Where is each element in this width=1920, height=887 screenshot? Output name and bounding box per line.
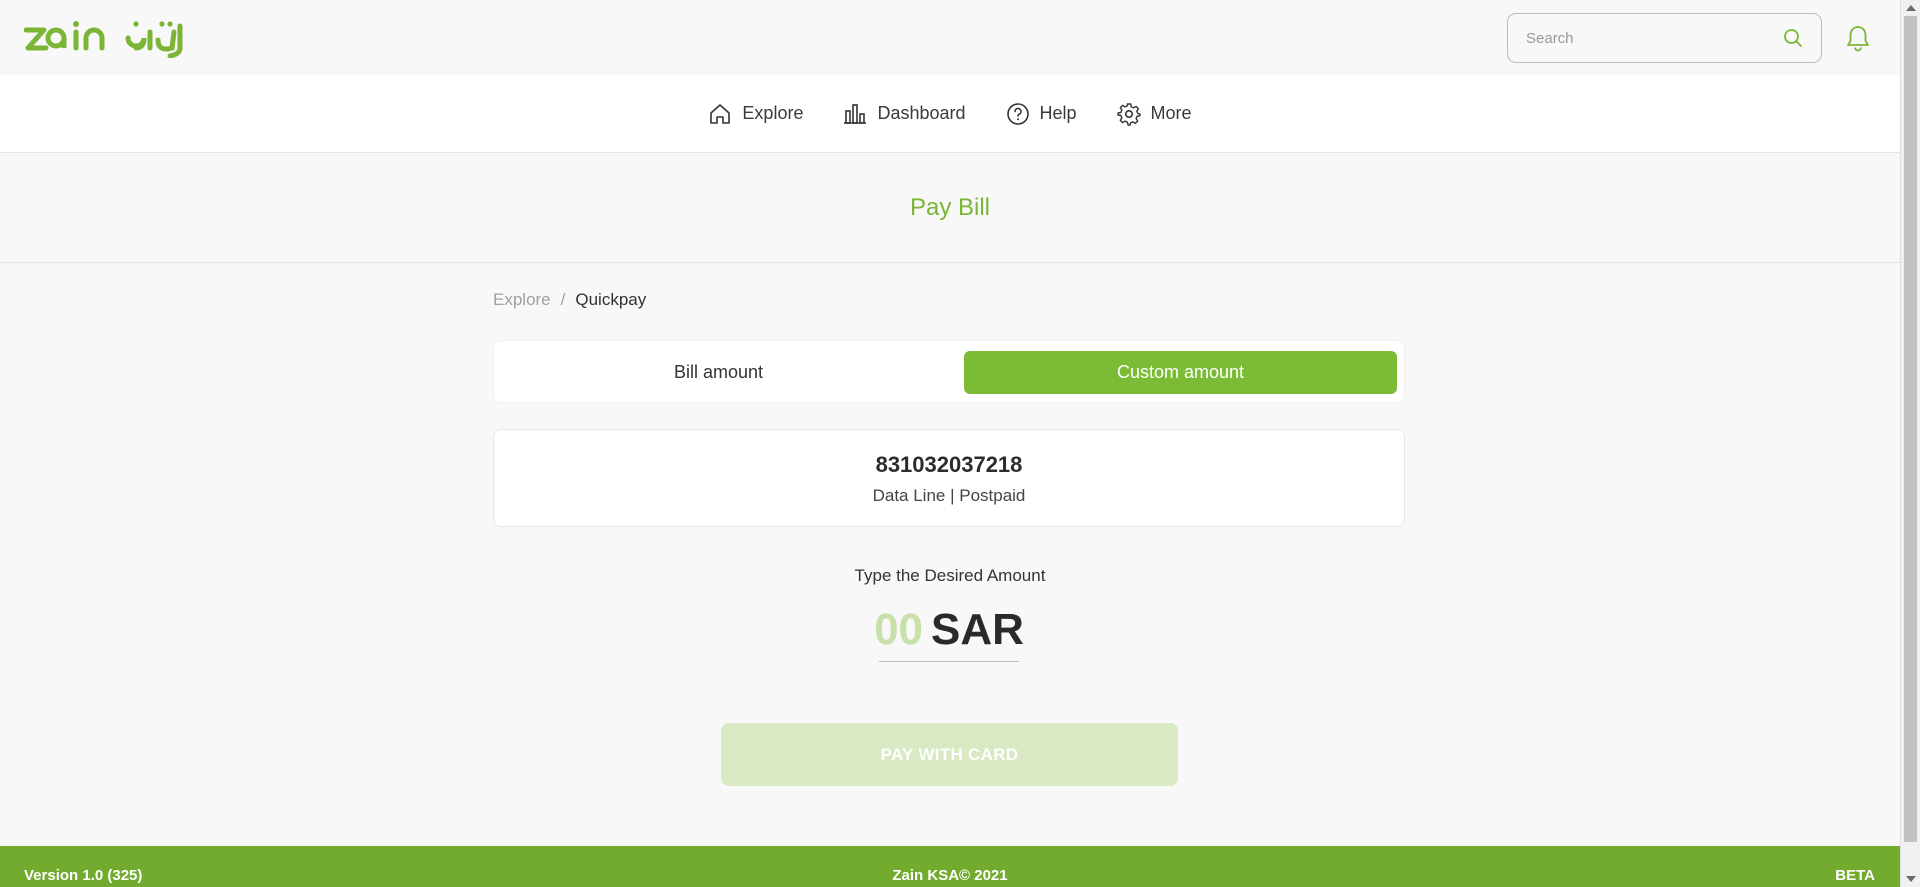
bell-icon[interactable]: [1845, 24, 1871, 57]
line-info-card: 831032037218 Data Line | Postpaid: [493, 429, 1405, 527]
nav-label: Help: [1039, 103, 1077, 123]
gear-icon: [1116, 102, 1141, 126]
copyright-text: Zain KSA© 2021: [892, 867, 1008, 884]
scroll-up-arrow[interactable]: [1906, 5, 1916, 11]
nav-label: Dashboard: [877, 103, 966, 123]
breadcrumb-explore[interactable]: Explore: [493, 290, 551, 310]
bill-amount-tab[interactable]: Bill amount: [502, 351, 935, 394]
title-band: Pay Bill: [0, 153, 1900, 263]
amount-type-toggle: Bill amount Custom amount: [493, 340, 1405, 403]
amount-label: Type the Desired Amount: [854, 566, 1046, 585]
main-nav: Explore Dashboard Help More: [0, 75, 1900, 153]
line-type: Data Line | Postpaid: [872, 486, 1026, 505]
bar-chart-icon: [844, 103, 867, 124]
search-input[interactable]: [1526, 14, 1776, 62]
nav-item-explore[interactable]: Explore: [708, 102, 803, 126]
top-header: [0, 0, 1900, 75]
scroll-thumb[interactable]: [1904, 16, 1917, 842]
help-circle-icon: [1006, 102, 1029, 125]
amount-value[interactable]: 00: [874, 605, 923, 655]
breadcrumb: Explore / Quickpay: [493, 290, 646, 310]
search-box[interactable]: [1507, 13, 1822, 63]
footer: Version 1.0 (325) Zain KSA© 2021 BETA: [0, 846, 1900, 887]
line-number: 831032037218: [875, 452, 1023, 477]
breadcrumb-separator: /: [560, 290, 566, 309]
nav-item-more[interactable]: More: [1116, 102, 1192, 126]
amount-currency: SAR: [931, 604, 1024, 654]
page-title: Pay Bill: [909, 193, 991, 221]
nav-item-help[interactable]: Help: [1006, 102, 1077, 126]
nav-label: More: [1150, 103, 1192, 123]
zain-logo[interactable]: [24, 18, 196, 58]
nav-item-dashboard[interactable]: Dashboard: [843, 102, 966, 126]
breadcrumb-current: Quickpay: [575, 290, 647, 309]
beta-badge: BETA: [1835, 867, 1875, 884]
search-icon[interactable]: [1783, 28, 1803, 53]
scroll-down-arrow[interactable]: [1906, 876, 1916, 882]
pay-with-card-button[interactable]: PAY WITH CARD: [721, 723, 1178, 786]
amount-input[interactable]: 00 SAR: [874, 598, 1024, 662]
nav-label: Explore: [742, 103, 804, 123]
custom-amount-tab[interactable]: Custom amount: [964, 351, 1397, 394]
scrollbar[interactable]: [1900, 0, 1920, 887]
zain-logo-mark: [24, 21, 183, 58]
home-icon: [710, 103, 731, 124]
